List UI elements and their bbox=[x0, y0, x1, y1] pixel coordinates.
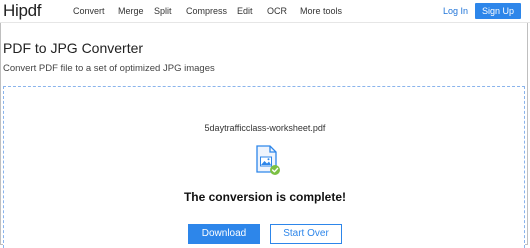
top-navigation: Hipdf Convert Merge Split Compress Edit … bbox=[0, 0, 530, 22]
nav-item-more-tools[interactable]: More tools bbox=[300, 6, 342, 16]
file-name: 5daytrafficclass-worksheet.pdf bbox=[204, 123, 326, 133]
signup-button[interactable]: Sign Up bbox=[475, 3, 521, 19]
download-button[interactable]: Download bbox=[188, 224, 260, 244]
nav-item-compress[interactable]: Compress bbox=[186, 6, 227, 16]
nav-item-split[interactable]: Split bbox=[154, 6, 172, 16]
login-link[interactable]: Log In bbox=[443, 6, 468, 16]
image-file-icon bbox=[256, 145, 280, 175]
nav-item-ocr[interactable]: OCR bbox=[267, 6, 287, 16]
logo[interactable]: Hipdf bbox=[3, 1, 41, 21]
nav-item-edit[interactable]: Edit bbox=[237, 6, 253, 16]
nav-item-merge[interactable]: Merge bbox=[118, 6, 144, 16]
page-title: PDF to JPG Converter bbox=[3, 40, 144, 56]
page-subtitle: Convert PDF file to a set of optimized J… bbox=[3, 63, 215, 74]
check-icon bbox=[270, 165, 280, 175]
nav-divider bbox=[0, 22, 530, 23]
conversion-status: The conversion is complete! bbox=[183, 190, 347, 204]
nav-item-convert[interactable]: Convert bbox=[73, 6, 105, 16]
converted-file-icon bbox=[254, 145, 282, 177]
start-over-button[interactable]: Start Over bbox=[270, 224, 342, 244]
